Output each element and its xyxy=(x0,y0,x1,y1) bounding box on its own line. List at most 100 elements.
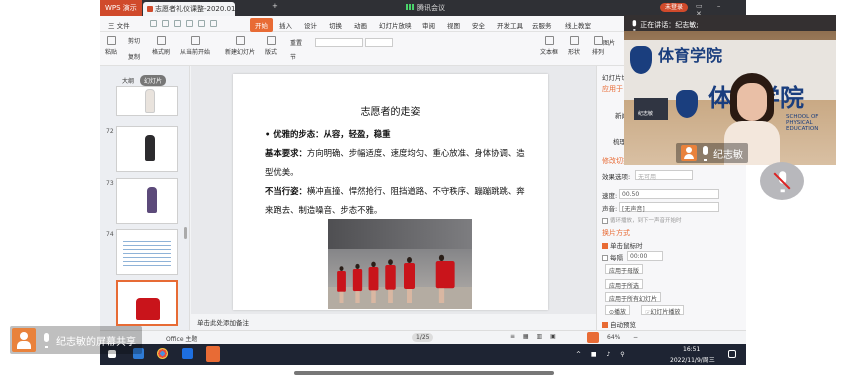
slide-thumbnail[interactable] xyxy=(116,178,178,224)
tab-developer[interactable]: 开发工具 xyxy=(497,20,523,30)
font-name-select[interactable] xyxy=(315,38,363,47)
new-tab-button[interactable]: + xyxy=(272,2,278,10)
panel-tabs: 大纲 幻灯片 xyxy=(118,75,166,86)
slide-title[interactable]: 志愿者的走姿 xyxy=(233,103,548,118)
mic-icon xyxy=(701,146,709,161)
redo-icon[interactable] xyxy=(210,20,217,27)
on-click-option[interactable]: 单击鼠标时 xyxy=(602,240,643,250)
save-icon[interactable] xyxy=(150,20,157,27)
textbox-icon xyxy=(544,36,554,45)
print-icon[interactable] xyxy=(174,20,181,27)
meeting-app-icon[interactable] xyxy=(182,348,193,359)
file-menu[interactable]: 三 文件 xyxy=(108,20,130,30)
login-button[interactable]: 未登录 xyxy=(660,3,689,12)
tab-view[interactable]: 视图 xyxy=(447,20,460,30)
loop-checkbox[interactable] xyxy=(602,217,608,224)
wps-app-menu[interactable]: WPS 演示 xyxy=(100,0,142,16)
current-slide[interactable]: 志愿者的走姿 • 优雅的步态：从容，轻盈，稳重 基本要求：方向明确、步幅适度、速… xyxy=(233,74,548,310)
font-size-select[interactable] xyxy=(365,38,393,47)
wps-app-icon[interactable] xyxy=(206,346,220,362)
speaker-nameplate: 纪志敏 xyxy=(676,143,748,163)
tab-insert[interactable]: 插入 xyxy=(279,20,292,30)
effect-option-label: 效果选项: xyxy=(602,173,631,181)
bullet-line: • 优雅的步态：从容，轻盈，稳重 xyxy=(265,129,391,139)
tab-slideshow[interactable]: 幻灯片放映 xyxy=(379,20,412,30)
notes-pane[interactable]: 单击此处添加备注 xyxy=(191,314,596,330)
reset-button[interactable]: 重置 xyxy=(290,38,302,47)
format-painter-button[interactable]: 格式刷 xyxy=(152,36,170,56)
document-tab[interactable]: 志愿者礼仪课整-2020.01.13 xyxy=(143,2,235,16)
play-button[interactable]: ⊙播放 xyxy=(605,305,631,316)
zoom-out-icon[interactable]: − xyxy=(633,334,638,341)
mute-button[interactable] xyxy=(760,162,804,200)
slide-thumbnail[interactable] xyxy=(116,229,178,275)
chrome-icon[interactable] xyxy=(157,348,168,359)
undo-icon[interactable] xyxy=(198,20,205,27)
tab-online-class[interactable]: 线上教室 xyxy=(565,20,591,30)
slide-thumbnail[interactable] xyxy=(116,126,178,172)
play-label: 播放 xyxy=(614,309,627,316)
panel-scrollbar[interactable] xyxy=(184,227,187,239)
slide-body[interactable]: • 优雅的步态：从容，轻盈，稳重 基本要求：方向明确、步幅适度、速度均匀、重心放… xyxy=(265,125,527,220)
tab-design[interactable]: 设计 xyxy=(304,20,317,30)
apply-master-button[interactable]: 应用于母版 xyxy=(605,264,644,275)
every-checkbox[interactable] xyxy=(602,255,608,261)
tab-security[interactable]: 安全 xyxy=(472,20,485,30)
photo-floor xyxy=(328,287,472,309)
home-indicator[interactable] xyxy=(294,371,554,375)
new-slide-button[interactable]: 新建幻灯片 xyxy=(225,36,255,56)
every-input[interactable]: 00:00 xyxy=(627,251,663,261)
speed-input[interactable]: 00.50 xyxy=(619,189,719,199)
play-from-current-button[interactable]: 从当前开始 xyxy=(180,36,210,56)
every-option[interactable]: 每隔 xyxy=(602,252,623,262)
school-name-cn: 体育学院 xyxy=(658,46,723,65)
layout-button[interactable]: 版式 xyxy=(265,36,277,56)
copy-button[interactable]: 复制 xyxy=(128,52,140,61)
tray-icons[interactable]: ^ ■ ♪ ⚲ xyxy=(576,351,629,358)
section-button[interactable]: 节 xyxy=(290,52,296,61)
tab-cloud[interactable]: 云服务 xyxy=(532,20,552,30)
apply-selected-button[interactable]: 应用于所选 xyxy=(605,279,644,290)
slide-thumbnail[interactable] xyxy=(116,86,178,116)
mini-video-tile[interactable]: 纪志敏 xyxy=(634,98,668,120)
tab-start[interactable]: 开始 xyxy=(250,18,273,32)
basic-requirements: 基本要求：方向明确、步幅适度、速度均匀、重心放准、身体协调、造型优美。 xyxy=(265,144,527,182)
speaking-label: 正在讲话：纪志敏; xyxy=(640,21,699,29)
autopreview-checkbox[interactable] xyxy=(602,322,608,328)
photo-figure xyxy=(337,266,346,303)
tab-animation[interactable]: 动画 xyxy=(354,20,367,30)
autopreview-option[interactable]: 自动预览 xyxy=(602,319,636,329)
slideshow-button[interactable]: ☞幻灯片播放 xyxy=(641,305,685,316)
tab-review[interactable]: 审阅 xyxy=(422,20,435,30)
picture-label: 图片 xyxy=(603,40,616,47)
preview-icon[interactable] xyxy=(186,20,193,27)
notification-icon[interactable] xyxy=(728,350,736,358)
walking-photo[interactable] xyxy=(328,219,472,309)
cut-button[interactable]: 剪切 xyxy=(128,36,140,45)
speaker-video-window[interactable]: 正在讲话：纪志敏; 体育学院 体育学院 SCHOOL OF PHYSICAL E… xyxy=(624,15,836,165)
paste-button[interactable]: 粘贴 xyxy=(105,36,117,56)
textbox-button[interactable]: 文本框 xyxy=(540,36,558,56)
meeting-indicator[interactable]: 腾讯会议 xyxy=(406,3,445,13)
slide-thumbnail-current[interactable] xyxy=(116,280,178,326)
picture-button[interactable]: 图片 xyxy=(603,38,615,47)
new-slide-label: 新建幻灯片 xyxy=(225,49,256,56)
speed-label: 速度: xyxy=(602,192,618,200)
ppt-doc-icon xyxy=(147,6,153,12)
shape-button[interactable]: 形状 xyxy=(568,36,580,56)
view-buttons[interactable]: ≡ ▦ ▥ ▣ xyxy=(510,333,559,340)
on-click-checkbox[interactable] xyxy=(602,243,608,249)
play-slideshow-icon[interactable] xyxy=(587,332,599,343)
slideshow-label: 幻灯片播放 xyxy=(650,309,681,316)
sound-select[interactable]: [无声音] xyxy=(619,202,719,213)
effect-option-select[interactable]: 无可用 xyxy=(635,170,693,181)
format-painter-label: 格式刷 xyxy=(152,49,171,56)
speaking-header: 正在讲话：纪志敏; xyxy=(624,15,836,31)
apply-all-button[interactable]: 应用于所有幻灯片 xyxy=(605,292,662,303)
zoom-level[interactable]: 64% xyxy=(607,334,620,341)
tab-outline[interactable]: 大纲 xyxy=(118,75,138,86)
tab-transition[interactable]: 切换 xyxy=(329,20,342,30)
tab-slides[interactable]: 幻灯片 xyxy=(139,75,166,86)
loop-option[interactable]: 循环播放，到下一声音开始时 xyxy=(602,216,682,224)
export-pdf-icon[interactable] xyxy=(162,20,169,27)
